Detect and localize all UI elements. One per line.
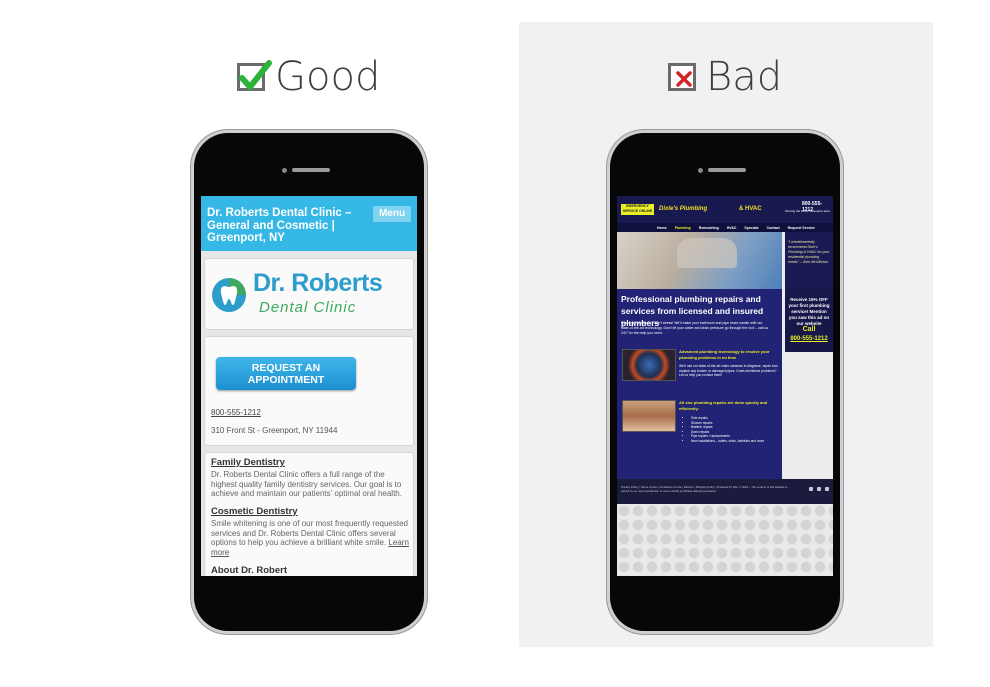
- facebook-icon[interactable]: [809, 487, 813, 491]
- family-dentistry-text: Dr. Roberts Dental Clinic offers a full …: [211, 470, 402, 498]
- sink-image: [677, 238, 737, 268]
- site-topbar: EMERGENCY SERVICE ONLINE Dixie's Plumbin…: [617, 196, 833, 223]
- good-heading: Good: [237, 54, 380, 100]
- bad-phone-mockup: EMERGENCY SERVICE ONLINE Dixie's Plumbin…: [610, 133, 840, 631]
- background-pattern: [617, 504, 833, 576]
- site-header: Dr. Roberts Dental Clinic – General and …: [201, 196, 417, 251]
- site-title: Dr. Roberts Dental Clinic – General and …: [207, 207, 352, 244]
- repairs-list: Sink repairs Shower repairs Bathtub repa…: [685, 416, 786, 443]
- feature1-title: Advanced plumbing technology to resolve …: [679, 349, 770, 360]
- nav-contact[interactable]: Contact: [767, 226, 780, 230]
- social-icons: [809, 487, 829, 491]
- services-card: Family Dentistry Dr. Roberts Dental Clin…: [204, 452, 414, 576]
- promo-box: Receive 15% OFF your first plumbing serv…: [785, 289, 833, 352]
- x-box-icon: [668, 63, 696, 91]
- twitter-icon[interactable]: [825, 487, 829, 491]
- feature2-title: All size plumbing repairs are done quick…: [679, 400, 768, 411]
- main-content: Professional plumbing repairs and servic…: [617, 289, 782, 479]
- logo-card: Dr. Roberts Dental Clinic: [204, 258, 414, 330]
- about-heading: About Dr. Robert: [211, 565, 287, 576]
- promo-phone-link[interactable]: 800-555-1212: [787, 336, 831, 342]
- nav-plumbing[interactable]: Plumbing: [675, 226, 691, 230]
- pipes-image: [622, 400, 676, 432]
- promo-text: Receive 15% OFF your first plumbing serv…: [788, 297, 830, 326]
- intro-text: Plumbing problems? Don't stress! We'll m…: [621, 321, 769, 335]
- tooth-logo-icon: [212, 278, 246, 312]
- emergency-badge: EMERGENCY SERVICE ONLINE: [621, 204, 654, 215]
- nav-home[interactable]: Home: [657, 226, 667, 230]
- nav-hvac[interactable]: HVAC: [727, 226, 737, 230]
- hero-image: [617, 232, 782, 289]
- checkbox-icon: [237, 60, 272, 91]
- cosmetic-dentistry-body: Smile whitening is one of our most frequ…: [211, 519, 408, 547]
- brand-name: Dixie's Plumbing: [659, 206, 708, 212]
- promo-call: Call: [802, 326, 816, 333]
- address-text: 310 Front St - Greenport, NY 11944: [211, 426, 338, 435]
- speaker-icon: [708, 168, 746, 172]
- good-phone-mockup: Dr. Roberts Dental Clinic – General and …: [194, 133, 424, 631]
- speaker-icon: [292, 168, 330, 172]
- testimonial-quote: "I wholeheartedly recommend Dixie's Plum…: [785, 232, 833, 289]
- camera-icon: [282, 168, 287, 173]
- logo-subtitle: Dental Clinic: [259, 299, 357, 316]
- bad-label: Bad: [706, 54, 783, 100]
- bad-heading: Bad: [668, 54, 782, 100]
- logo-name: Dr. Roberts: [253, 269, 383, 297]
- cosmetic-dentistry-text: Smile whitening is one of our most frequ…: [211, 519, 411, 557]
- good-label: Good: [275, 54, 381, 100]
- request-appointment-button[interactable]: REQUEST AN APPOINTMENT: [216, 357, 356, 390]
- phone-link[interactable]: 800-555-1212: [211, 408, 261, 417]
- list-item: New installations – toilets, sinks, bath…: [691, 439, 786, 444]
- family-dentistry-link[interactable]: Family Dentistry: [211, 457, 285, 468]
- nav-remodeling[interactable]: Remodeling: [699, 226, 719, 230]
- good-phone-screen: Dr. Roberts Dental Clinic – General and …: [201, 196, 417, 576]
- footer-text: Privacy Policy | Terms of Use | Conditio…: [621, 485, 788, 493]
- menu-button[interactable]: Menu: [373, 206, 411, 222]
- camera-pipe-image: [622, 349, 676, 381]
- bad-phone-screen: EMERGENCY SERVICE ONLINE Dixie's Plumbin…: [617, 196, 833, 576]
- site-footer: Privacy Policy | Terms of Use | Conditio…: [617, 479, 833, 504]
- serving-text: Serving the entire Greenport area: [785, 209, 830, 213]
- cosmetic-dentistry-link[interactable]: Cosmetic Dentistry: [211, 506, 298, 517]
- nav-specials[interactable]: Specials: [744, 226, 758, 230]
- feature1-text: We'll use our state-of-the-art video cam…: [679, 364, 778, 377]
- site-nav: Home Plumbing Remodeling HVAC Specials C…: [617, 223, 833, 232]
- google-plus-icon[interactable]: [817, 487, 821, 491]
- camera-icon: [698, 168, 703, 173]
- appointment-card: REQUEST AN APPOINTMENT 800-555-1212 310 …: [204, 336, 414, 446]
- brand-suffix: & HVAC: [739, 206, 762, 212]
- nav-request-service[interactable]: Request Service: [788, 226, 815, 230]
